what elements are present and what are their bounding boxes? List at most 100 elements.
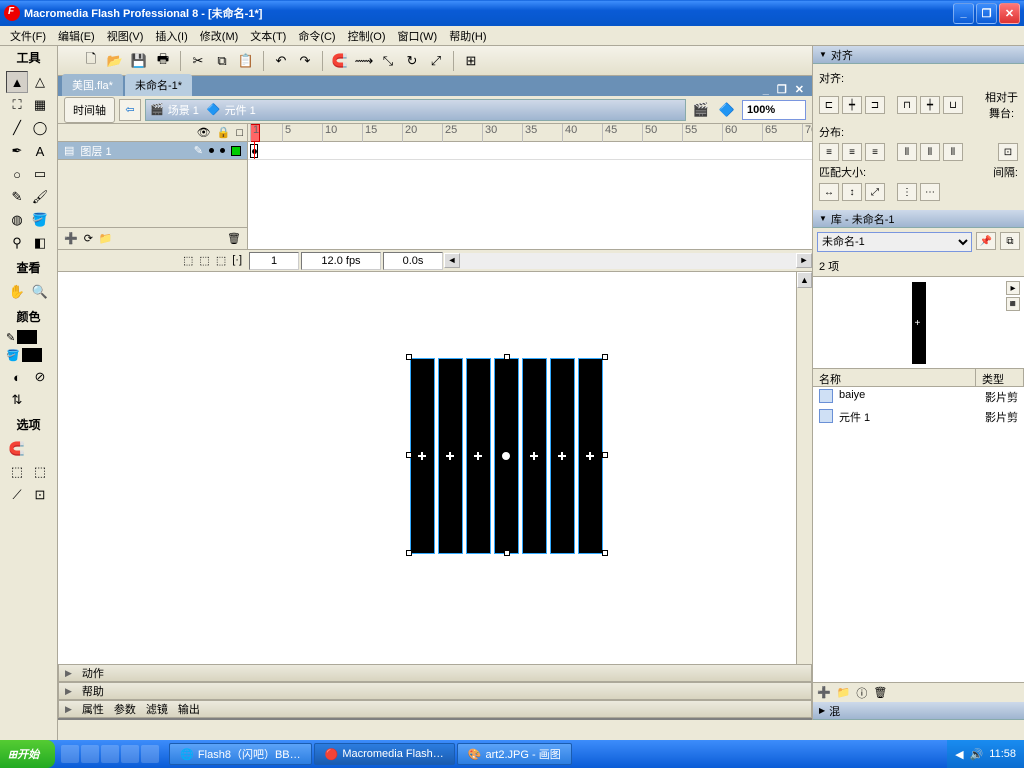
align-top-button[interactable]: ⊓ xyxy=(897,96,917,114)
bw-button[interactable]: ◐ xyxy=(6,366,28,388)
snap-button[interactable]: 🧲 xyxy=(329,50,351,72)
eraser-tool[interactable]: ◧ xyxy=(29,232,51,254)
selection-handle[interactable] xyxy=(406,452,412,458)
space-h-button[interactable]: ⋯ xyxy=(920,183,940,201)
layer-row[interactable]: ▤ 图层 1 ✎ xyxy=(58,142,247,160)
rectangle-tool[interactable]: ▭ xyxy=(29,163,51,185)
selection-handle[interactable] xyxy=(504,550,510,556)
dist-top-button[interactable]: ≡ xyxy=(819,143,839,161)
menu-window[interactable]: 窗口(W) xyxy=(392,26,444,46)
hand-tool[interactable]: ✋ xyxy=(6,281,28,303)
selection-tool[interactable]: ▲ xyxy=(6,71,28,93)
onion-skin-button[interactable]: ⬚ xyxy=(183,254,193,267)
align-right-button[interactable]: ⊐ xyxy=(865,96,885,114)
library-panel-title[interactable]: ▼库 - 未命名-1 xyxy=(813,210,1024,228)
library-doc-select[interactable]: 未命名-1 xyxy=(817,232,972,252)
align-vcenter-button[interactable]: ┿ xyxy=(920,96,940,114)
menu-control[interactable]: 控制(O) xyxy=(342,26,392,46)
lock-icon[interactable]: 🔒 xyxy=(217,126,231,139)
new-button[interactable]: 🗋 xyxy=(80,50,102,72)
preview-play-button[interactable]: ▸ xyxy=(1006,281,1020,295)
align-panel-title[interactable]: ▼对齐 xyxy=(813,46,1024,64)
pin-library-button[interactable]: 📌 xyxy=(976,232,996,250)
dist-right-button[interactable]: ⦀ xyxy=(943,143,963,161)
menu-file[interactable]: 文件(F) xyxy=(4,26,52,46)
dist-vcenter-button[interactable]: ≡ xyxy=(842,143,862,161)
snap-option[interactable]: 🧲 xyxy=(6,438,28,460)
dist-left-button[interactable]: ⦀ xyxy=(897,143,917,161)
dist-bottom-button[interactable]: ≡ xyxy=(865,143,885,161)
option-5[interactable]: ⟋ xyxy=(6,484,28,506)
timeline-toggle-button[interactable]: 时间轴 xyxy=(64,97,115,123)
scale-button[interactable]: ⤢ xyxy=(425,50,447,72)
tray-icon[interactable]: 🔊 xyxy=(970,748,984,761)
library-item[interactable]: baiye 影片剪 xyxy=(813,387,1024,407)
onion-markers-button[interactable]: [·] xyxy=(232,254,242,267)
clock[interactable]: 11:58 xyxy=(989,748,1016,760)
line-tool[interactable]: ╱ xyxy=(6,117,28,139)
nocolor-button[interactable]: ⊘ xyxy=(29,366,51,388)
stage-vscroll[interactable]: ▲ ▼ xyxy=(796,272,812,688)
ql-item[interactable] xyxy=(81,745,99,763)
maximize-button[interactable]: ❐ xyxy=(976,3,997,24)
start-button[interactable]: ⊞ 开始 xyxy=(0,740,55,768)
menu-commands[interactable]: 命令(C) xyxy=(292,26,341,46)
new-library-button[interactable]: ⧉ xyxy=(1000,232,1020,250)
save-button[interactable]: 💾 xyxy=(128,50,150,72)
properties-button[interactable]: ⓘ xyxy=(856,685,867,701)
pen-tool[interactable]: ✒ xyxy=(6,140,28,162)
edit-symbol-button[interactable]: 🔷 xyxy=(716,99,738,121)
col-name[interactable]: 名称 xyxy=(813,369,976,386)
tray-icon[interactable]: ◀ xyxy=(955,748,963,761)
edit-scene-button[interactable]: 🎬 xyxy=(690,99,712,121)
eyedropper-tool[interactable]: ⚲ xyxy=(6,232,28,254)
actions-panel-header[interactable]: ▶动作 xyxy=(58,664,812,682)
layer-visible-dot[interactable] xyxy=(209,148,214,153)
stage[interactable] xyxy=(58,272,778,692)
stage-viewport[interactable] xyxy=(58,272,812,704)
paint-bucket-tool[interactable]: 🪣 xyxy=(29,209,51,231)
delete-layer-button[interactable]: 🗑 xyxy=(227,232,241,245)
new-folder-button[interactable]: 📁 xyxy=(837,686,851,699)
paste-button[interactable]: 📋 xyxy=(235,50,257,72)
layer-lock-dot[interactable] xyxy=(220,148,225,153)
doc-close[interactable]: ✕ xyxy=(791,83,808,96)
pencil-tool[interactable]: ✎ xyxy=(6,186,28,208)
minimize-button[interactable]: _ xyxy=(953,3,974,24)
doc-tab-2[interactable]: 未命名-1* xyxy=(125,74,192,96)
task-button[interactable]: 🎨art2.JPG - 画图 xyxy=(457,743,572,765)
ql-item[interactable] xyxy=(61,745,79,763)
layer-outline-swatch[interactable] xyxy=(231,146,241,156)
cut-button[interactable]: ✂ xyxy=(187,50,209,72)
ql-item[interactable] xyxy=(141,745,159,763)
stroke-swatch[interactable] xyxy=(17,330,37,344)
align-button[interactable]: ⊞ xyxy=(460,50,482,72)
option-2[interactable] xyxy=(29,438,51,460)
straighten-button[interactable]: ⤡ xyxy=(377,50,399,72)
menu-view[interactable]: 视图(V) xyxy=(101,26,150,46)
option-3[interactable]: ⬚ xyxy=(6,461,28,483)
mixer-panel-title[interactable]: ▶混 xyxy=(813,702,1024,720)
menu-insert[interactable]: 插入(I) xyxy=(149,26,193,46)
option-6[interactable]: ⊡ xyxy=(29,484,51,506)
delete-symbol-button[interactable]: 🗑 xyxy=(873,686,887,699)
undo-button[interactable]: ↶ xyxy=(270,50,292,72)
selection-handle[interactable] xyxy=(406,550,412,556)
library-item[interactable]: 元件 1 影片剪 xyxy=(813,407,1024,427)
center-point[interactable] xyxy=(502,452,510,460)
add-layer-button[interactable]: ➕ xyxy=(64,232,78,245)
outline-icon[interactable]: □ xyxy=(236,127,243,139)
selected-group[interactable] xyxy=(410,358,606,554)
text-tool[interactable]: A xyxy=(29,140,51,162)
close-button[interactable]: ✕ xyxy=(999,3,1020,24)
ink-bottle-tool[interactable]: ◍ xyxy=(6,209,28,231)
zoom-select[interactable] xyxy=(742,100,806,120)
selection-handle[interactable] xyxy=(504,354,510,360)
selection-handle[interactable] xyxy=(406,354,412,360)
swap-colors-button[interactable]: ⇅ xyxy=(6,389,28,411)
preview-stop-button[interactable]: ◾ xyxy=(1006,297,1020,311)
option-4[interactable]: ⬚ xyxy=(29,461,51,483)
smooth-button[interactable]: ⟿ xyxy=(353,50,375,72)
menu-edit[interactable]: 编辑(E) xyxy=(52,26,101,46)
doc-minimize[interactable]: _ xyxy=(759,84,773,96)
